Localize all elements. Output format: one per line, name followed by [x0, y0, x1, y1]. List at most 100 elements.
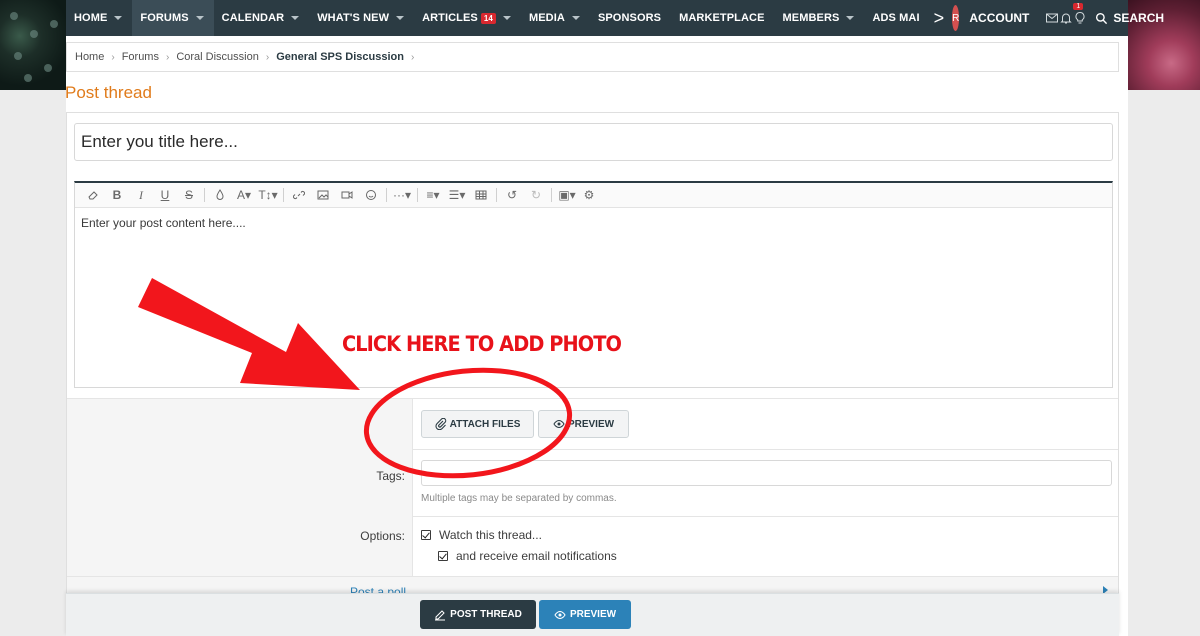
edit-icon — [435, 609, 446, 620]
nav-item-label: CALENDAR — [221, 12, 285, 24]
background-photo-left — [0, 0, 66, 90]
search-label: SEARCH — [1113, 11, 1165, 25]
strikethrough-icon[interactable]: S — [177, 185, 201, 205]
nav-item-label: MEMBERS — [782, 12, 840, 24]
nav-item-sponsors[interactable]: SPONSORS — [590, 0, 671, 36]
page-title: Post thread — [65, 83, 152, 102]
toolbar-divider — [283, 188, 284, 202]
email-notifications-label: and receive email notifications — [456, 549, 617, 563]
alerts-badge: 1 — [1073, 3, 1084, 10]
preview-button[interactable]: PREVIEW — [538, 410, 629, 438]
text-color-icon[interactable] — [208, 185, 232, 205]
nav-item-label: ARTICLES — [422, 12, 478, 24]
annotation-text: CLICK HERE TO ADD PHOTO — [342, 332, 622, 356]
breadcrumb-general-sps[interactable]: General SPS Discussion — [276, 51, 404, 63]
caret-down-icon[interactable] — [502, 16, 511, 20]
eraser-icon[interactable] — [81, 185, 105, 205]
gear-icon[interactable]: ⚙ — [579, 185, 599, 205]
italic-icon[interactable]: I — [129, 185, 153, 205]
chevron-right-icon: › — [111, 51, 115, 63]
toolbar-divider — [204, 188, 205, 202]
caret-down-icon[interactable] — [291, 16, 300, 20]
breadcrumb: Home › Forums › Coral Discussion › Gener… — [66, 42, 1119, 72]
post-content-input[interactable]: Enter your post content here.... — [75, 208, 1112, 238]
nav-item-label: WHAT'S NEW — [317, 12, 390, 24]
tags-input[interactable] — [421, 460, 1112, 486]
watch-thread-label: Watch this thread... — [439, 528, 542, 542]
breadcrumb-coral-discussion[interactable]: Coral Discussion — [176, 51, 259, 63]
account-link[interactable]: ACCOUNT — [969, 11, 1029, 25]
caret-down-icon[interactable] — [195, 16, 204, 20]
nav-item-members[interactable]: MEMBERS — [775, 0, 865, 36]
nav-item-marketplace[interactable]: MARKETPLACE — [671, 0, 774, 36]
tags-label: Tags: — [376, 469, 405, 483]
toolbar-divider — [551, 188, 552, 202]
breadcrumb-forums[interactable]: Forums — [122, 51, 159, 63]
post-thread-form: Enter you title here... B I U S A▾ T↕▾ ·… — [66, 112, 1119, 636]
underline-icon[interactable]: U — [153, 185, 177, 205]
undo-icon[interactable]: ↺ — [500, 185, 524, 205]
nav-item-label: SPONSORS — [597, 12, 662, 24]
nav-more-arrow[interactable]: > — [930, 0, 949, 36]
avatar[interactable]: R — [952, 5, 960, 31]
nav-item-articles[interactable]: ARTICLES 14 — [414, 0, 521, 36]
footer-preview-button[interactable]: PREVIEW — [539, 600, 631, 629]
attach-files-button[interactable]: ATTACH FILES — [421, 410, 534, 438]
editor-toolbar: B I U S A▾ T↕▾ ···▾ ≡▾ ☰▾ ↺ ↻ ▣▾ ⚙ — [75, 183, 1112, 208]
list-icon[interactable]: ☰▾ — [445, 185, 469, 205]
post-thread-label: POST THREAD — [450, 609, 522, 620]
redo-icon[interactable]: ↻ — [524, 185, 548, 205]
video-icon[interactable] — [335, 185, 359, 205]
nav-item-label: MEDIA — [528, 12, 565, 24]
toolbar-divider — [386, 188, 387, 202]
caret-down-icon[interactable] — [846, 16, 855, 20]
nav-item-calendar[interactable]: CALENDAR — [214, 0, 310, 36]
form-footer: POST THREAD PREVIEW — [66, 593, 1119, 636]
thread-title-input[interactable]: Enter you title here... — [74, 123, 1113, 161]
nav-item-home[interactable]: HOME — [66, 0, 132, 36]
chevron-right-icon: › — [165, 51, 170, 63]
email-notifications-checkbox[interactable]: and receive email notifications — [438, 549, 617, 563]
chevron-right-icon: › — [265, 51, 270, 63]
chevron-right-icon: › — [410, 51, 415, 63]
drafts-icon[interactable]: ▣▾ — [555, 185, 579, 205]
toolbar-divider — [417, 188, 418, 202]
image-icon[interactable] — [311, 185, 335, 205]
lightbulb-icon[interactable] — [1073, 11, 1087, 25]
caret-down-icon[interactable] — [571, 16, 580, 20]
font-size-icon[interactable]: T↕▾ — [256, 185, 280, 205]
nav-item-ads-mai[interactable]: ADS MAI — [864, 0, 929, 36]
font-family-icon[interactable]: A▾ — [232, 185, 256, 205]
post-thread-button[interactable]: POST THREAD — [420, 600, 536, 629]
nav-item-label: FORUMS — [140, 12, 189, 24]
bell-icon[interactable]: 1 — [1059, 3, 1084, 25]
search-icon — [1096, 12, 1108, 24]
tags-hint: Multiple tags may be separated by commas… — [421, 493, 617, 504]
caret-down-icon[interactable] — [114, 16, 123, 20]
divider — [413, 449, 1118, 450]
nav-item-what-s-new[interactable]: WHAT'S NEW — [309, 0, 414, 36]
more-options-icon[interactable]: ···▾ — [390, 185, 414, 205]
eye-icon — [553, 419, 565, 429]
caret-down-icon[interactable] — [396, 16, 405, 20]
nav-item-label: ADS MAI — [872, 12, 920, 24]
nav-item-forums[interactable]: FORUMS — [132, 0, 214, 36]
table-icon[interactable] — [469, 185, 493, 205]
checkbox-checked-icon — [421, 530, 431, 540]
checkbox-checked-icon — [438, 551, 448, 561]
bold-icon[interactable]: B — [105, 185, 129, 205]
envelope-icon[interactable] — [1045, 11, 1059, 25]
nav-item-label: MARKETPLACE — [679, 12, 765, 24]
footer-preview-label: PREVIEW — [569, 609, 617, 620]
rich-text-editor: B I U S A▾ T↕▾ ···▾ ≡▾ ☰▾ ↺ ↻ ▣▾ ⚙ Enter… — [74, 181, 1113, 388]
link-icon[interactable] — [287, 185, 311, 205]
align-icon[interactable]: ≡▾ — [421, 185, 445, 205]
breadcrumb-home[interactable]: Home — [75, 51, 104, 63]
nav-item-media[interactable]: MEDIA — [521, 0, 590, 36]
search-button[interactable]: SEARCH — [1095, 11, 1164, 25]
watch-thread-checkbox[interactable]: Watch this thread... — [421, 528, 542, 542]
options-label: Options: — [360, 529, 405, 543]
smiley-icon[interactable] — [359, 185, 383, 205]
divider — [413, 516, 1118, 517]
paperclip-icon — [435, 418, 446, 430]
